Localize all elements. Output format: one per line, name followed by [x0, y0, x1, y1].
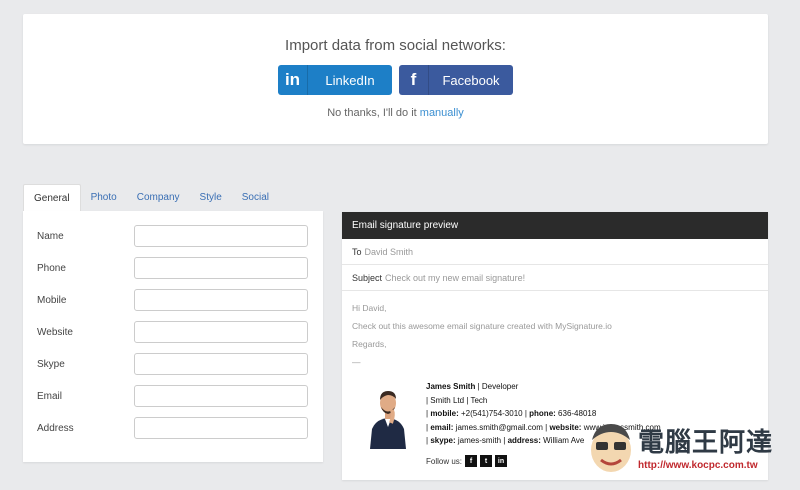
- subject-label: Subject: [352, 273, 383, 283]
- follow-label: Follow us:: [426, 456, 463, 466]
- to-row: To David Smith: [342, 239, 768, 265]
- website-label: Website: [37, 327, 73, 338]
- tab-bar: General Photo Company Style Social: [23, 184, 279, 212]
- tab-style[interactable]: Style: [190, 184, 232, 212]
- email-body: Hi David, Check out this awesome email s…: [342, 291, 768, 371]
- name-label: Name: [37, 231, 64, 242]
- facebook-label: Facebook: [442, 72, 500, 88]
- linkedin-icon: in: [278, 65, 308, 95]
- twitter-small-icon[interactable]: t: [480, 455, 493, 467]
- follow-us: Follow us: f t in: [426, 455, 508, 467]
- to-value: David Smith: [364, 247, 414, 257]
- body-message: Check out this awesome email signature c…: [352, 321, 612, 331]
- watermark-title: 電腦王阿達: [638, 427, 774, 457]
- watermark-mascot-icon: [591, 424, 631, 472]
- tab-company[interactable]: Company: [127, 184, 190, 212]
- skype-field[interactable]: [134, 353, 308, 375]
- body-regards: Regards,: [352, 339, 387, 349]
- watermark-url: http://www.kocpc.com.tw: [638, 460, 758, 471]
- tab-general[interactable]: General: [23, 184, 81, 212]
- form-row-address: Address: [23, 417, 323, 441]
- name-field[interactable]: [134, 225, 308, 247]
- to-label: To: [352, 247, 362, 257]
- mobile-field[interactable]: [134, 289, 308, 311]
- form-row-name: Name: [23, 225, 323, 249]
- import-card: Import data from social networks: in Lin…: [23, 14, 768, 144]
- manually-link[interactable]: manually: [420, 107, 464, 119]
- watermark: 電腦王阿達 http://www.kocpc.com.tw: [586, 418, 796, 488]
- no-thanks-text: No thanks, I'll do it manually: [23, 107, 768, 119]
- subject-value: Check out my new email signature!: [385, 273, 526, 283]
- email-field[interactable]: [134, 385, 308, 407]
- phone-label: Phone: [37, 263, 66, 274]
- sig-name: James Smith: [426, 382, 476, 391]
- form-row-mobile: Mobile: [23, 289, 323, 313]
- email-label: Email: [37, 391, 63, 402]
- form-row-skype: Skype: [23, 353, 323, 377]
- body-greeting: Hi David,: [352, 303, 387, 313]
- linkedin-small-icon[interactable]: in: [495, 455, 508, 467]
- facebook-icon: f: [399, 65, 429, 95]
- tab-photo[interactable]: Photo: [81, 184, 127, 212]
- subject-row: Subject Check out my new email signature!: [342, 265, 768, 291]
- skype-label: Skype: [37, 359, 65, 370]
- facebook-small-icon[interactable]: f: [465, 455, 478, 467]
- facebook-button[interactable]: f Facebook: [399, 65, 513, 95]
- linkedin-button[interactable]: in LinkedIn: [278, 65, 392, 95]
- mobile-label: Mobile: [37, 295, 67, 306]
- address-field[interactable]: [134, 417, 308, 439]
- import-title: Import data from social networks:: [285, 37, 506, 54]
- website-field[interactable]: [134, 321, 308, 343]
- linkedin-label: LinkedIn: [325, 72, 375, 88]
- avatar: [366, 383, 410, 449]
- body-separator: —: [352, 357, 361, 367]
- sig-company: | Smith Ltd | Tech: [426, 395, 488, 405]
- form-row-phone: Phone: [23, 257, 323, 281]
- address-label: Address: [37, 423, 74, 434]
- no-thanks-prefix: No thanks, I'll do it: [327, 107, 417, 119]
- phone-field[interactable]: [134, 257, 308, 279]
- tab-social[interactable]: Social: [232, 184, 279, 212]
- preview-header: Email signature preview: [342, 212, 768, 239]
- form-row-email: Email: [23, 385, 323, 409]
- sig-title: | Developer: [475, 382, 519, 391]
- general-form: Name Phone Mobile Website Skype Email Ad…: [23, 211, 323, 462]
- form-row-website: Website: [23, 321, 323, 345]
